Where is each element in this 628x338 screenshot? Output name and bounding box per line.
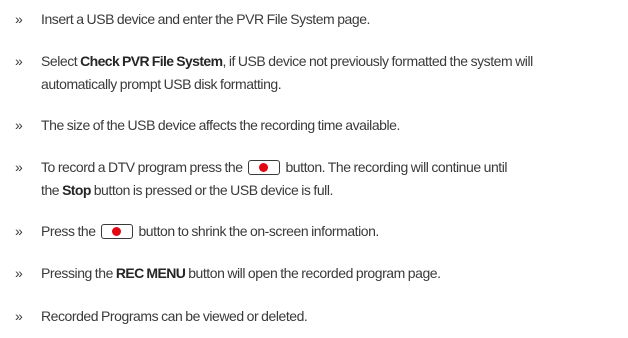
list-item-text: the Stop button is pressed or the USB de… — [41, 180, 620, 201]
item-text: Pressing the — [41, 265, 116, 281]
list-item: » To record a DTV program press the butt… — [0, 157, 628, 199]
bullet-marker: » — [15, 11, 23, 27]
list-item: » Press the button to shrink the on-scre… — [0, 221, 628, 242]
item-text: button will open the recorded program pa… — [185, 265, 441, 281]
list-item: » Select Check PVR File System, if USB d… — [0, 51, 628, 93]
item-text: automatically prompt USB disk formatting… — [41, 76, 282, 92]
record-button-icon — [247, 160, 280, 175]
item-text: Insert a USB device and enter the PVR Fi… — [41, 11, 370, 27]
rec-menu-label: REC MENU — [115, 265, 186, 281]
item-text: Recorded Programs can be viewed or delet… — [41, 308, 308, 324]
list-item-text: The size of the USB device affects the r… — [41, 115, 620, 136]
item-text: Select — [41, 53, 81, 69]
bullet-marker: » — [15, 265, 23, 281]
list-item-text: Recorded Programs can be viewed or delet… — [41, 306, 620, 327]
list-item: » Pressing the REC MENU button will open… — [0, 263, 628, 284]
record-dot-icon — [259, 163, 269, 172]
item-text: button. The recording will continue unti… — [282, 159, 508, 175]
bullet-marker: » — [15, 53, 23, 69]
item-text: the — [41, 182, 63, 198]
item-text: To record a DTV program press the — [41, 159, 246, 175]
list-item: » Recorded Programs can be viewed or del… — [0, 306, 628, 327]
item-text: Press the — [41, 223, 99, 239]
bullet-marker: » — [15, 159, 23, 175]
bullet-marker: » — [15, 308, 23, 324]
item-text: button to shrink the on-screen informati… — [135, 223, 379, 239]
list-item-text: Insert a USB device and enter the PVR Fi… — [41, 9, 620, 30]
list-item-text: automatically prompt USB disk formatting… — [41, 74, 620, 95]
stop-label: Stop — [62, 182, 91, 198]
list-item-text: Select Check PVR File System, if USB dev… — [41, 51, 620, 72]
item-text: The size of the USB device affects the r… — [41, 117, 400, 133]
list-item: » Insert a USB device and enter the PVR … — [0, 9, 628, 30]
item-text: , if USB device not previously formatted… — [222, 53, 533, 69]
instruction-list: » Insert a USB device and enter the PVR … — [0, 0, 628, 338]
list-item-text: To record a DTV program press the button… — [41, 157, 620, 178]
list-item-text: Pressing the REC MENU button will open t… — [41, 263, 620, 284]
item-text: button is pressed or the USB device is f… — [90, 182, 334, 198]
list-item-text: Press the button to shrink the on-screen… — [41, 221, 620, 242]
bullet-marker: » — [15, 223, 23, 239]
check-pvr-file-system-label: Check PVR File System — [80, 53, 223, 69]
record-dot-icon — [112, 227, 122, 236]
list-item: » The size of the USB device affects the… — [0, 115, 628, 136]
bullet-marker: » — [15, 117, 23, 133]
record-button-icon — [100, 224, 133, 239]
